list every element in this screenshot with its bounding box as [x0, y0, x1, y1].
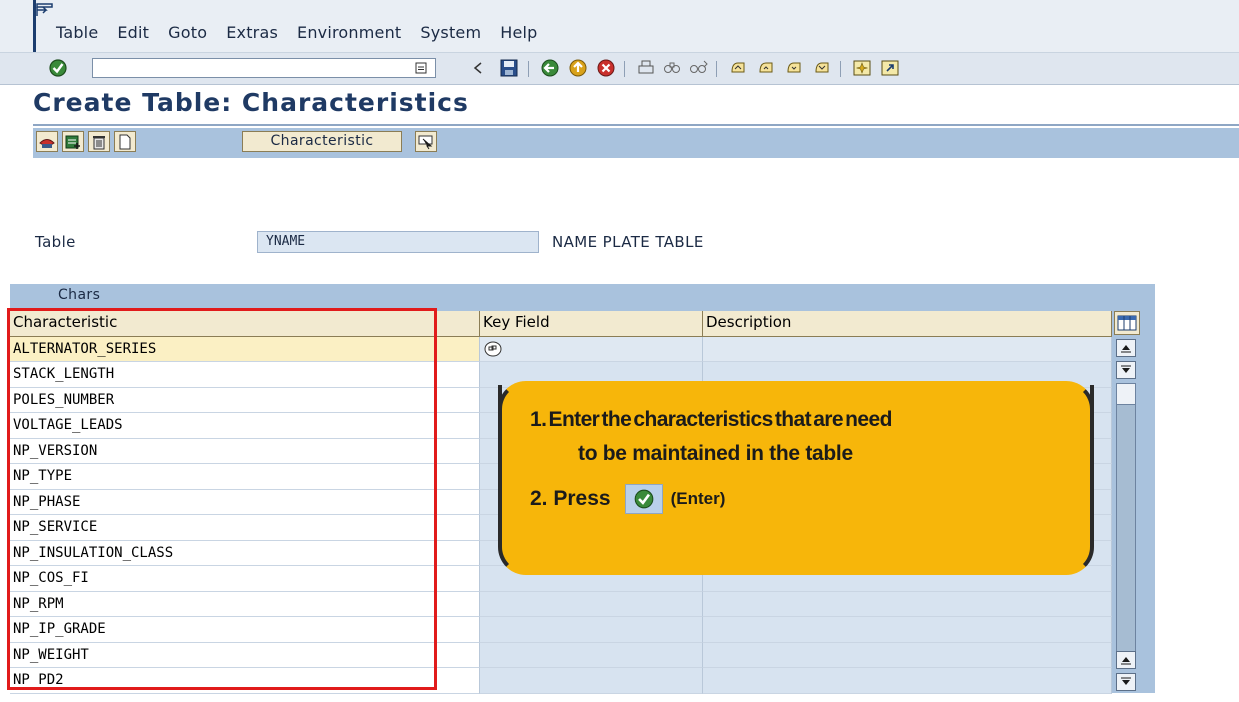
back-icon[interactable]: [538, 57, 562, 79]
table-vertical-scrollbar[interactable]: [1114, 311, 1140, 693]
menu-extras[interactable]: Extras: [226, 23, 278, 42]
column-header-description[interactable]: Description: [703, 311, 1112, 337]
title-divider: [33, 124, 1239, 126]
menu-items: Table Edit Goto Extras Environment Syste…: [56, 23, 557, 42]
new-icon[interactable]: [114, 131, 136, 152]
command-history-icon[interactable]: [415, 62, 427, 74]
menu-bar: Table Edit Goto Extras Environment Syste…: [0, 0, 1239, 53]
characteristic-button[interactable]: Characteristic: [242, 131, 402, 152]
table-row: NP_WEIGHT: [10, 642, 1112, 668]
scroll-thumb[interactable]: [1116, 383, 1136, 405]
display-icon[interactable]: [36, 131, 58, 152]
save-icon[interactable]: [497, 57, 521, 79]
description-cell[interactable]: [703, 642, 1112, 668]
table-settings-icon[interactable]: [1114, 311, 1140, 335]
key-field-checkbox-icon[interactable]: [483, 340, 503, 358]
menu-system[interactable]: System: [420, 23, 481, 42]
select-icon[interactable]: [415, 131, 437, 152]
table-row: NP_IP_GRADE: [10, 617, 1112, 643]
characteristic-cell[interactable]: NP_PD2: [10, 668, 480, 694]
column-header-characteristic[interactable]: Characteristic: [10, 311, 480, 337]
back-arrow-icon[interactable]: [466, 57, 490, 79]
instruction-callout-text: 1. Enter the characteristics that are ne…: [530, 408, 1070, 514]
delete-icon[interactable]: [88, 131, 110, 152]
find-icon[interactable]: [660, 57, 684, 79]
instruction-step-1: 1. Enter the characteristics that are ne…: [530, 408, 892, 431]
table-row: NP_PD2: [10, 668, 1112, 694]
application-toolbar: Characteristic: [33, 128, 1239, 158]
chars-table-title: Chars: [58, 287, 101, 303]
table-row: NP_RPM: [10, 591, 1112, 617]
print-icon[interactable]: [634, 57, 658, 79]
instruction-step-2: 2. Press (Enter): [530, 484, 1070, 514]
next-page-icon[interactable]: [782, 57, 806, 79]
characteristic-cell[interactable]: NP_COS_FI: [10, 566, 480, 592]
key-field-cell[interactable]: [480, 617, 703, 643]
enter-check-icon[interactable]: [46, 57, 70, 79]
table-description: NAME PLATE TABLE: [552, 233, 704, 251]
create-session-icon[interactable]: [850, 57, 874, 79]
scroll-down-icon[interactable]: [1116, 673, 1136, 691]
characteristic-cell[interactable]: NP_RPM: [10, 591, 480, 617]
enter-check-icon: [624, 484, 663, 514]
characteristic-cell[interactable]: POLES_NUMBER: [10, 387, 480, 413]
menu-edit[interactable]: Edit: [117, 23, 149, 42]
characteristic-cell[interactable]: NP_INSULATION_CLASS: [10, 540, 480, 566]
page-title: Create Table: Characteristics: [33, 88, 469, 117]
characteristic-cell[interactable]: NP_SERVICE: [10, 515, 480, 541]
table-name-field[interactable]: YNAME: [257, 231, 539, 253]
characteristic-cell[interactable]: NP_WEIGHT: [10, 642, 480, 668]
characteristic-cell[interactable]: ALTERNATOR_SERIES: [10, 336, 480, 362]
key-field-cell[interactable]: [480, 642, 703, 668]
characteristic-cell[interactable]: NP_VERSION: [10, 438, 480, 464]
characteristic-cell[interactable]: NP_IP_GRADE: [10, 617, 480, 643]
description-cell[interactable]: [703, 668, 1112, 694]
first-page-icon[interactable]: [726, 57, 750, 79]
characteristic-cell[interactable]: NP_PHASE: [10, 489, 480, 515]
last-page-icon[interactable]: [810, 57, 834, 79]
key-field-cell[interactable]: [480, 591, 703, 617]
description-cell[interactable]: [703, 336, 1112, 362]
characteristic-cell[interactable]: VOLTAGE_LEADS: [10, 413, 480, 439]
scroll-page-down-icon[interactable]: [1116, 361, 1136, 379]
find-next-icon[interactable]: [686, 57, 710, 79]
scroll-page-up-icon[interactable]: [1116, 651, 1136, 669]
instruction-step-1-continued: to be maintained in the table: [578, 442, 853, 465]
menu-environment[interactable]: Environment: [297, 23, 401, 42]
characteristic-cell[interactable]: NP_TYPE: [10, 464, 480, 490]
key-field-cell[interactable]: [480, 668, 703, 694]
menu-goto[interactable]: Goto: [168, 23, 207, 42]
shortcut-icon[interactable]: [878, 57, 902, 79]
table-label: Table: [35, 233, 76, 251]
table-row: ALTERNATOR_SERIES: [10, 336, 1112, 362]
insert-row-icon[interactable]: [62, 131, 84, 152]
instruction-step-2-prefix: 2. Press: [530, 487, 611, 510]
sap-menu-icon[interactable]: [36, 3, 54, 17]
menu-table[interactable]: Table: [56, 23, 98, 42]
exit-icon[interactable]: [566, 57, 590, 79]
table-header-row: Characteristic Key Field Description: [10, 311, 1112, 337]
column-header-key-field[interactable]: Key Field: [480, 311, 703, 337]
characteristic-cell[interactable]: STACK_LENGTH: [10, 362, 480, 388]
standard-toolbar: [0, 53, 1239, 85]
key-field-cell[interactable]: [480, 336, 703, 362]
cancel-icon[interactable]: [594, 57, 618, 79]
instruction-step-2-suffix: (Enter): [670, 489, 726, 508]
previous-page-icon[interactable]: [754, 57, 778, 79]
scroll-track[interactable]: [1116, 383, 1136, 652]
description-cell[interactable]: [703, 617, 1112, 643]
menu-help[interactable]: Help: [500, 23, 537, 42]
description-cell[interactable]: [703, 591, 1112, 617]
command-field[interactable]: [92, 58, 436, 78]
scroll-up-icon[interactable]: [1116, 339, 1136, 357]
